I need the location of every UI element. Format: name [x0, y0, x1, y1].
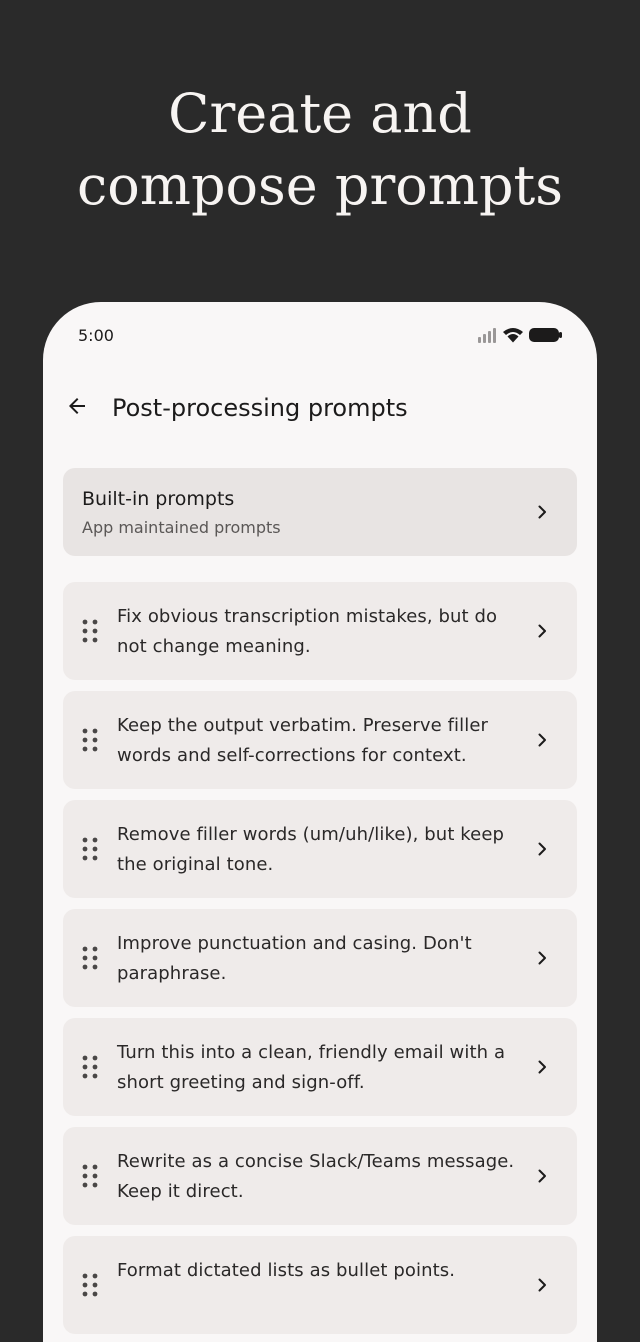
chevron-right-icon [533, 1276, 551, 1294]
headline: Create and compose prompts [0, 78, 640, 222]
drag-handle-icon[interactable] [80, 945, 100, 971]
chevron-right-icon [533, 949, 551, 967]
chevron-right-icon [533, 840, 551, 858]
prompt-text: Rewrite as a concise Slack/Teams message… [117, 1151, 515, 1202]
builtin-prompts-subtitle: App maintained prompts [82, 518, 281, 537]
chevron-right-icon [533, 1167, 551, 1185]
prompt-text: Remove filler words (um/uh/like), but ke… [117, 824, 505, 875]
prompt-text: Turn this into a clean, friendly email w… [117, 1042, 506, 1093]
prompt-text: Keep the output verbatim. Preserve fille… [117, 715, 489, 766]
headline-line-2: compose prompts [77, 154, 563, 217]
drag-handle-icon[interactable] [80, 836, 100, 862]
prompt-item[interactable]: Rewrite as a concise Slack/Teams message… [63, 1127, 577, 1225]
battery-icon [529, 326, 563, 344]
wifi-icon [502, 326, 524, 344]
prompt-item[interactable]: Format dictated lists as bullet points. [63, 1236, 577, 1334]
prompt-item[interactable]: Improve punctuation and casing. Don't pa… [63, 909, 577, 1007]
chevron-right-icon [533, 1058, 551, 1076]
signal-icon [477, 327, 497, 343]
prompt-item[interactable]: Keep the output verbatim. Preserve fille… [63, 691, 577, 789]
phone-frame: 5:00 Post-processing prompts Built-in pr… [43, 302, 597, 1342]
builtin-prompts-item[interactable]: Built-in prompts App maintained prompts [63, 468, 577, 556]
prompt-text: Fix obvious transcription mistakes, but … [117, 606, 498, 657]
chevron-right-icon [533, 731, 551, 749]
prompt-text: Format dictated lists as bullet points. [117, 1260, 456, 1281]
prompt-item[interactable]: Remove filler words (um/uh/like), but ke… [63, 800, 577, 898]
page-title: Post-processing prompts [112, 394, 408, 422]
builtin-prompts-title: Built-in prompts [82, 488, 235, 510]
drag-handle-icon[interactable] [80, 727, 100, 753]
top-app-bar: Post-processing prompts [43, 380, 597, 436]
prompt-text: Improve punctuation and casing. Don't pa… [117, 933, 472, 984]
drag-handle-icon[interactable] [80, 1272, 100, 1298]
status-bar: 5:00 [43, 302, 597, 368]
drag-handle-icon[interactable] [80, 1054, 100, 1080]
prompt-item[interactable]: Turn this into a clean, friendly email w… [63, 1018, 577, 1116]
prompt-item[interactable]: Fix obvious transcription mistakes, but … [63, 582, 577, 680]
arrow-back-icon [65, 394, 89, 422]
headline-line-1: Create and [168, 82, 472, 145]
drag-handle-icon[interactable] [80, 1163, 100, 1189]
back-button[interactable] [57, 386, 97, 430]
status-icons [477, 326, 563, 344]
chevron-right-icon [533, 503, 551, 521]
chevron-right-icon [533, 622, 551, 640]
drag-handle-icon[interactable] [80, 618, 100, 644]
status-time: 5:00 [78, 326, 114, 345]
